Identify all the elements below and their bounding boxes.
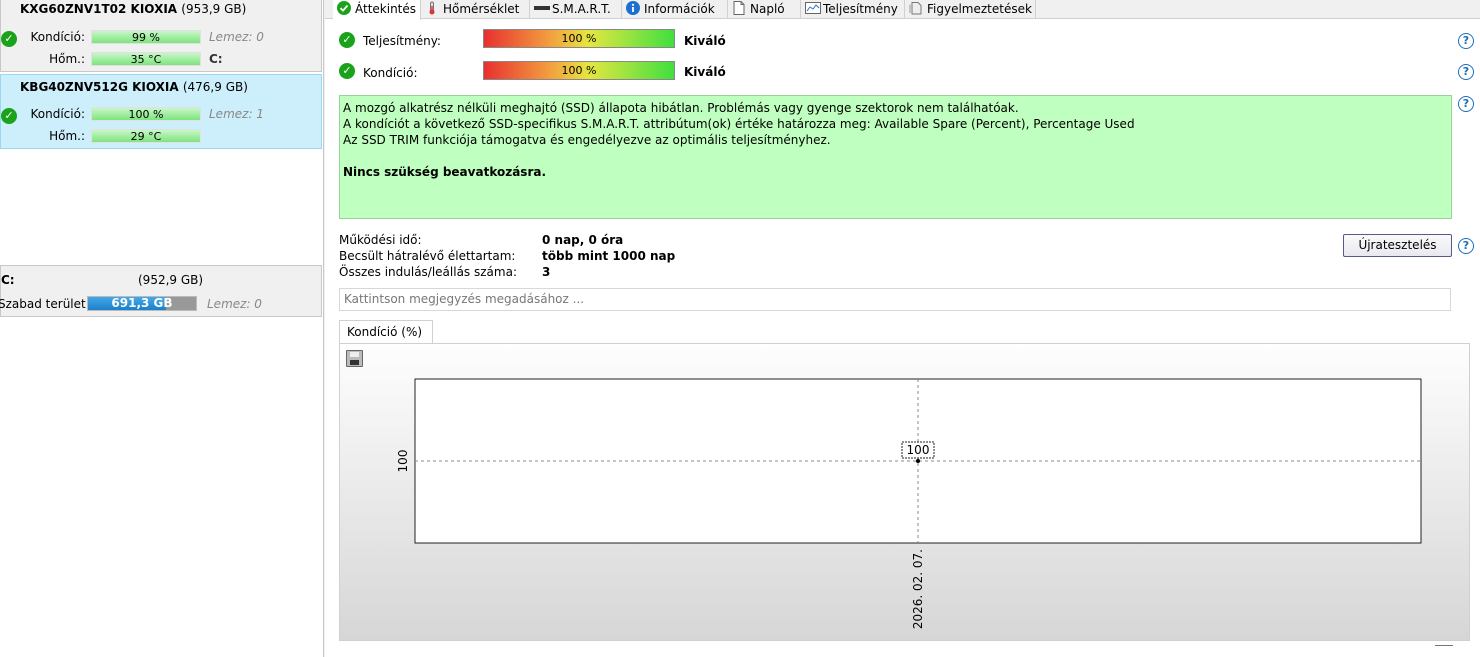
performance-bar: 100 % (483, 29, 675, 48)
temp-bar: 29 °C (91, 129, 201, 143)
document-icon (732, 1, 746, 15)
chart-area: 100 2026. 02. 07. 100 (339, 343, 1470, 646)
tab-bar: Áttekintés Hőmérséklet S.M.A.R.T. Inform… (325, 0, 1480, 20)
health-bar: 100 % (91, 107, 201, 121)
performance-rating: Kiváló (684, 34, 726, 48)
lifetime-label: Becsült hátralévő élettartam: (339, 249, 516, 263)
uptime-value: 0 nap, 0 óra (542, 233, 624, 247)
lifetime-value: több mint 1000 nap (542, 249, 676, 263)
tab-temperature[interactable]: Hőmérséklet (421, 0, 530, 19)
health-rating: Kiváló (684, 65, 726, 79)
disk-item-0[interactable]: KXG60ZNV1T02 KIOXIA (953,9 GB) ✓ Kondíci… (0, 0, 322, 72)
temp-bar: 35 °C (91, 52, 201, 66)
health-ok-icon: ✓ (339, 63, 355, 79)
volume-item[interactable]: C: (952,9 GB) Szabad terület 691,3 GB Le… (0, 265, 322, 317)
tab-label: Információk (644, 2, 715, 16)
tab-info[interactable]: Információk (622, 0, 728, 19)
disk-title: KBG40ZNV512G KIOXIA (476,9 GB) (20, 80, 248, 94)
y-tick-label: 100 (396, 450, 410, 473)
health-bar: 99 % (91, 30, 201, 44)
health-ok-icon: ✓ (1, 31, 17, 47)
data-label: 100 (907, 443, 930, 457)
health-label: Kondíció: (30, 30, 86, 44)
tab-label: Teljesítmény (823, 2, 898, 16)
disk-list-panel: KXG60ZNV1T02 KIOXIA (953,9 GB) ✓ Kondíci… (0, 0, 324, 657)
drive-icon (534, 1, 550, 15)
info-icon (626, 1, 640, 15)
disk-index: Lemez: 1 (209, 107, 264, 121)
minimize-handle[interactable] (1435, 645, 1453, 646)
free-space-label: Szabad terület (0, 297, 86, 311)
help-icon[interactable]: ? (1458, 64, 1474, 80)
free-space-value: 691,3 GB (111, 296, 173, 310)
disk-index: Lemez: 0 (209, 30, 264, 44)
disk-size: (953,9 GB) (181, 2, 247, 16)
details-panel: Áttekintés Hőmérséklet S.M.A.R.T. Inform… (325, 0, 1480, 657)
disk-item-1[interactable]: KBG40ZNV512G KIOXIA (476,9 GB) ✓ Kondíci… (0, 74, 322, 149)
info-line: Az SSD TRIM funkciója támogatva és enged… (343, 133, 831, 147)
tab-label: Napló (750, 2, 785, 16)
data-point (916, 459, 920, 463)
tab-smart[interactable]: S.M.A.R.T. (530, 0, 622, 19)
tab-performance[interactable]: Teljesítmény (801, 0, 905, 19)
power-cycles-value: 3 (542, 265, 551, 279)
tab-alerts[interactable]: Figyelmeztetések (905, 0, 1036, 19)
info-line: A mozgó alkatrész nélküli meghajtó (SSD)… (343, 101, 1019, 115)
tab-overview[interactable]: Áttekintés (333, 0, 421, 20)
health-chart: 100 2026. 02. 07. 100 (396, 378, 1422, 629)
tab-label: Áttekintés (355, 2, 417, 16)
help-icon[interactable]: ? (1458, 238, 1474, 254)
alerts-icon (909, 1, 923, 15)
health-bar: 100 % (483, 61, 675, 80)
drive-letter: C: (209, 52, 223, 66)
x-tick-label: 2026. 02. 07. (911, 549, 925, 629)
temp-label: Hőm.: (49, 52, 85, 66)
power-cycles-label: Összes indulás/leállás száma: (339, 265, 517, 279)
performance-label: Teljesítmény: (363, 34, 441, 48)
volume-size: (952,9 GB) (138, 273, 204, 287)
health-ok-icon: ✓ (1, 108, 17, 124)
thermometer-icon (425, 1, 439, 15)
health-label: Kondíció: (363, 66, 418, 80)
free-space-bar: 691,3 GB (87, 296, 197, 311)
info-conclusion: Nincs szükség beavatkozásra. (343, 165, 547, 179)
uptime-label: Működési idő: (339, 233, 422, 247)
disk-model: KXG60ZNV1T02 KIOXIA (20, 2, 178, 16)
disk-title: KXG60ZNV1T02 KIOXIA (953,9 GB) (20, 2, 246, 16)
tab-label: Hőmérséklet (443, 2, 520, 16)
tab-label: S.M.A.R.T. (552, 2, 611, 16)
help-icon[interactable]: ? (1458, 33, 1474, 49)
retest-button[interactable]: Újratesztelés (1343, 234, 1452, 257)
health-label: Kondíció: (30, 107, 86, 121)
disk-size: (476,9 GB) (182, 80, 248, 94)
volume-letter: C: (1, 273, 15, 287)
tab-log[interactable]: Napló (728, 0, 801, 19)
volume-disk-index: Lemez: 0 (207, 297, 262, 311)
info-line: A kondíciót a következő SSD-specifikus S… (343, 117, 1135, 131)
chart-icon (805, 1, 821, 15)
performance-ok-icon: ✓ (339, 32, 355, 48)
note-input[interactable]: Kattintson megjegyzés megadásához ... (339, 288, 1451, 311)
check-icon (337, 1, 351, 15)
status-description: A mozgó alkatrész nélküli meghajtó (SSD)… (339, 95, 1452, 219)
chart-tab-health[interactable]: Kondíció (%) (339, 320, 433, 344)
disk-model: KBG40ZNV512G KIOXIA (20, 80, 179, 94)
help-icon[interactable]: ? (1458, 96, 1474, 112)
temp-label: Hőm.: (49, 129, 85, 143)
tab-label: Figyelmeztetések (927, 2, 1032, 16)
